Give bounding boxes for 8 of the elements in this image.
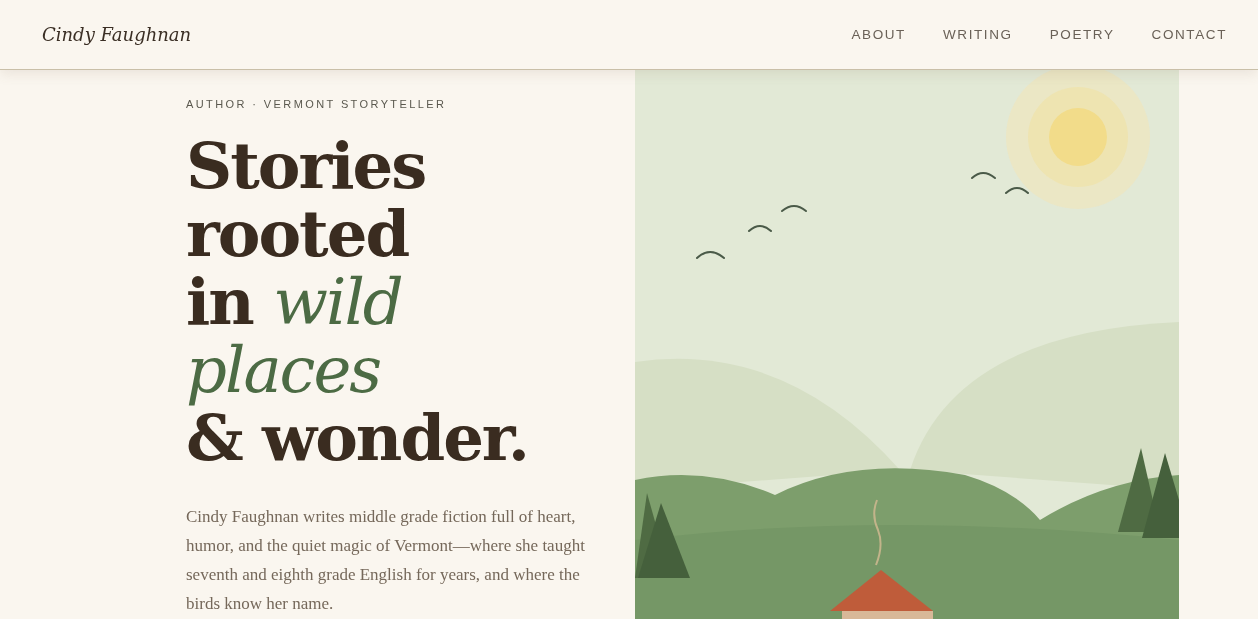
nav-link[interactable]: WRITING bbox=[942, 27, 1013, 42]
eyebrow-text: AUTHOR · VERMONT STORYTELLER bbox=[186, 98, 448, 110]
site-title[interactable]: Cindy Faughnan bbox=[42, 24, 192, 45]
nav-link[interactable]: CONTACT bbox=[1151, 27, 1227, 42]
hero-heading: Stories rooted in wild places & wonder. bbox=[186, 132, 529, 472]
nav-link[interactable]: ABOUT bbox=[851, 27, 906, 42]
intro-paragraph: Cindy Faughnan writes middle grade fiction full of heart, humor, and the quiet magic of Vermont—where she taught seventh and eighth grade English for years, and where the birds know her name. bbox=[186, 506, 586, 615]
nav-link[interactable]: POETRY bbox=[1049, 27, 1115, 42]
